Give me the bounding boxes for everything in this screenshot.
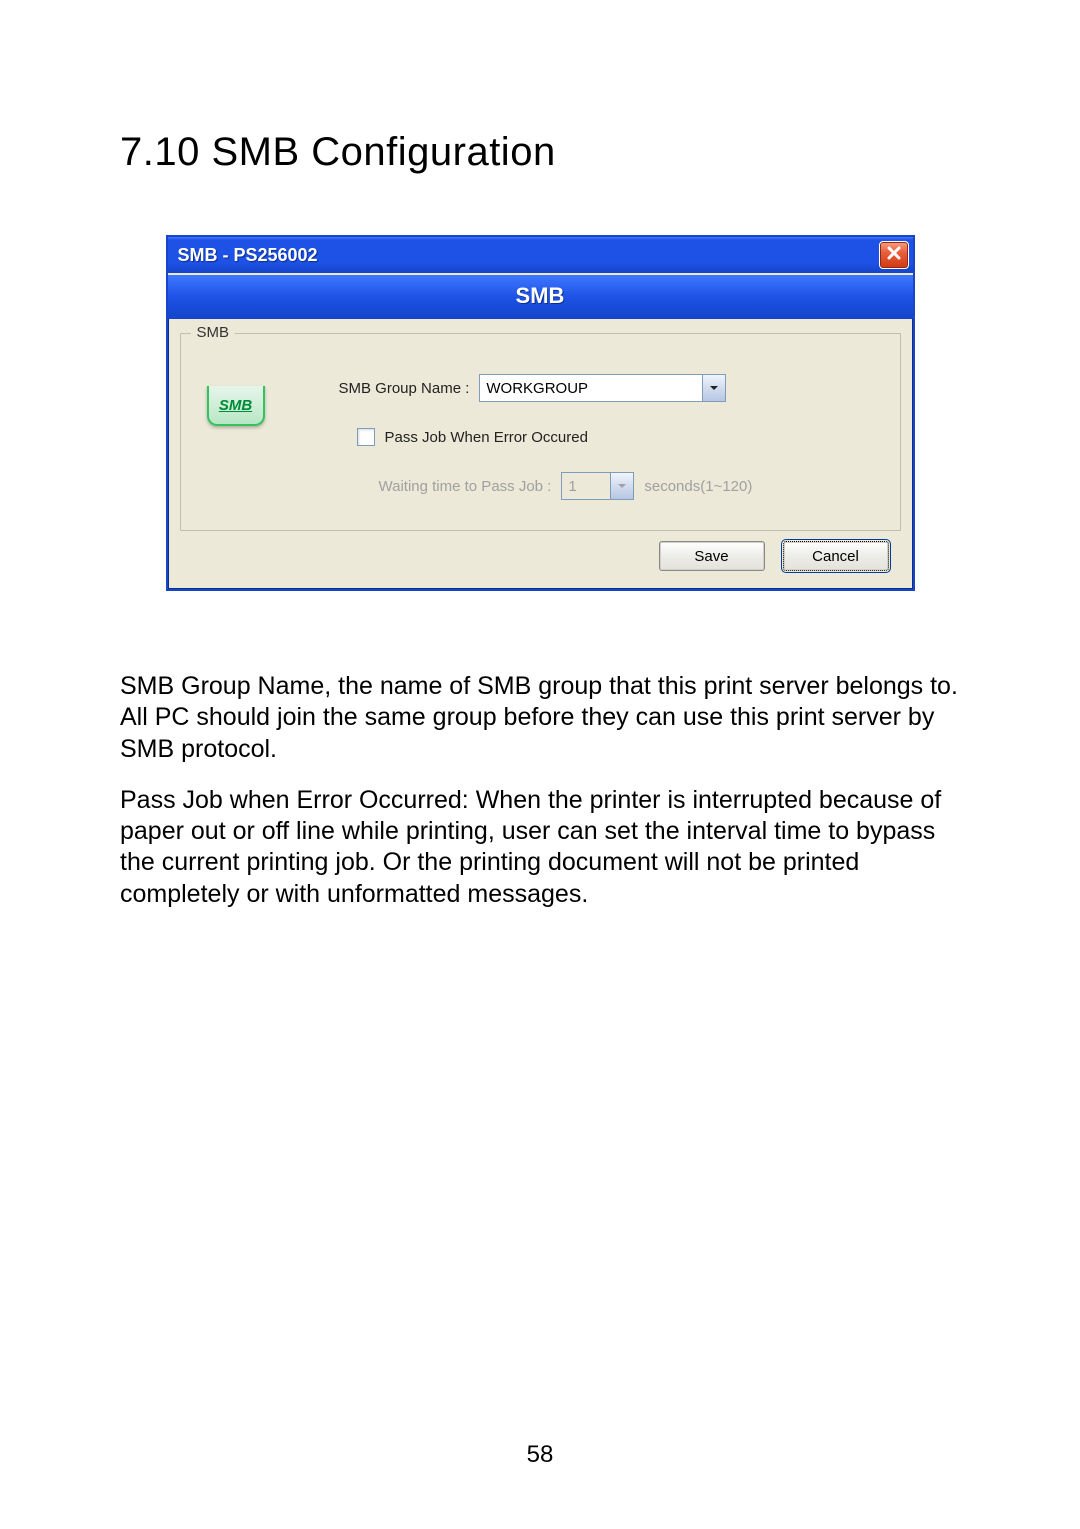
group-name-row: SMB Group Name : (339, 374, 882, 402)
section-heading: 7.10 SMB Configuration (120, 130, 960, 175)
close-button[interactable] (879, 241, 909, 269)
smb-groupbox: SMB SMB SMB Group Name : (180, 333, 901, 531)
banner-title: SMB (516, 283, 565, 308)
group-name-input[interactable] (480, 375, 702, 401)
waiting-row: Waiting time to Pass Job : seconds(1~120… (379, 472, 882, 500)
chevron-down-icon (709, 380, 719, 397)
paragraph-2: Pass Job when Error Occurred: When the p… (120, 785, 960, 910)
passjob-row: Pass Job When Error Occured (357, 428, 882, 446)
smb-dialog: SMB - PS256002 SMB SMB SMB SMB Group Nam… (166, 235, 915, 591)
group-name-combo[interactable] (479, 374, 726, 402)
waiting-suffix: seconds(1~120) (644, 478, 752, 495)
passjob-checkbox[interactable] (357, 428, 375, 446)
page-number: 58 (0, 1441, 1080, 1469)
waiting-dropdown-button (610, 473, 633, 499)
cancel-button[interactable]: Cancel (783, 541, 889, 571)
close-icon (886, 245, 902, 266)
titlebar: SMB - PS256002 (168, 237, 913, 273)
waiting-input (562, 473, 610, 499)
passjob-label: Pass Job When Error Occured (385, 429, 588, 446)
smb-icon: SMB (207, 386, 265, 426)
paragraph-1: SMB Group Name, the name of SMB group th… (120, 671, 960, 765)
dialog-buttons: Save Cancel (168, 541, 913, 589)
group-name-label: SMB Group Name : (339, 380, 470, 397)
save-button[interactable]: Save (659, 541, 765, 571)
waiting-label: Waiting time to Pass Job : (379, 478, 552, 495)
groupbox-legend: SMB (191, 324, 236, 341)
chevron-down-icon (617, 478, 627, 495)
dialog-banner: SMB (168, 273, 913, 319)
window-title: SMB - PS256002 (178, 245, 318, 266)
smb-icon-label: SMB (219, 397, 252, 414)
group-name-dropdown-button[interactable] (702, 375, 725, 401)
waiting-combo (561, 472, 634, 500)
